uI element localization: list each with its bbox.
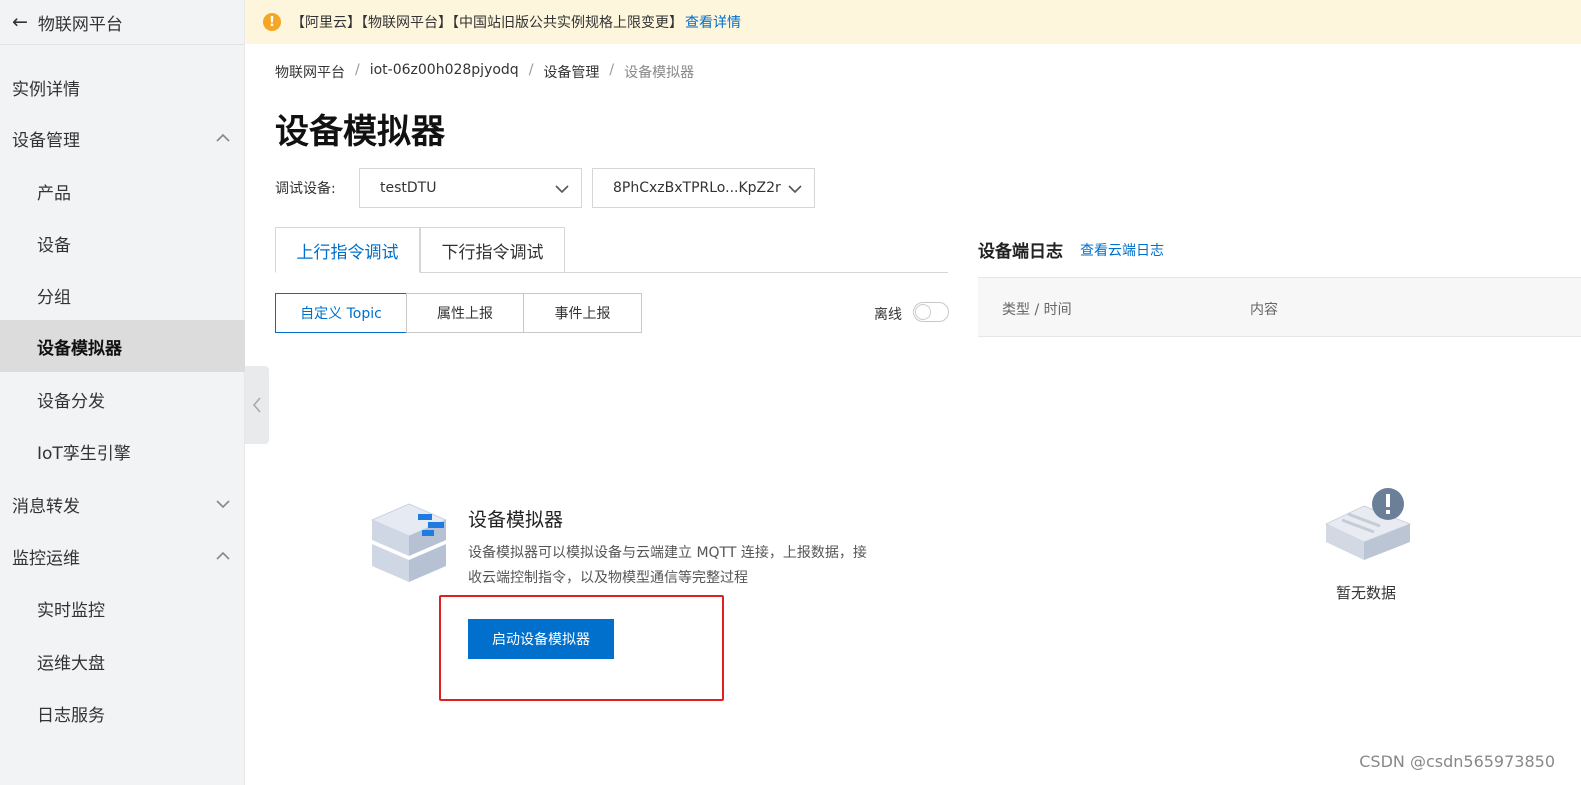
chevron-down-icon [216, 500, 230, 509]
breadcrumb: 物联网平台 / iot-06z00h028pjyodq / 设备管理 / 设备模… [275, 62, 694, 82]
breadcrumb-item[interactable]: 设备管理 [543, 62, 599, 82]
announcement-banner: ! 【阿里云】【物联网平台】【中国站旧版公共实例规格上限变更】 查看详情 [245, 0, 1581, 44]
sidebar-back-label: 物联网平台 [37, 14, 123, 35]
device-select-value: 8PhCxzBxTPRLo...KpZ2r [613, 180, 781, 196]
log-table-header: 类型 / 时间 内容 [978, 277, 1581, 337]
debug-device-label: 调试设备: [275, 181, 336, 197]
device-select[interactable]: 8PhCxzBxTPRLo...KpZ2r [592, 168, 815, 208]
sidebar-back[interactable]: ← 物联网平台 [0, 0, 244, 45]
sidebar-item-product[interactable]: 产品 [0, 165, 245, 217]
breadcrumb-item[interactable]: iot-06z00h028pjyodq [370, 62, 519, 82]
tab-downlink-debug[interactable]: 下行指令调试 [420, 227, 565, 273]
sidebar-item-ops-dashboard[interactable]: 运维大盘 [0, 635, 245, 687]
breadcrumb-item[interactable]: 物联网平台 [275, 62, 345, 82]
log-col-content: 内容 [1250, 302, 1278, 318]
tab-uplink-debug[interactable]: 上行指令调试 [275, 227, 420, 273]
sidebar-item-device-simulator[interactable]: 设备模拟器 [0, 320, 245, 372]
subtab-event-report[interactable]: 事件上报 [523, 293, 642, 333]
sidebar-collapse-button[interactable] [245, 366, 269, 444]
online-toggle[interactable] [913, 302, 949, 322]
sidebar-item-monitoring[interactable]: 监控运维 [0, 530, 245, 582]
device-log-title: 设备端日志 [978, 242, 1063, 262]
log-col-type-time: 类型 / 时间 [1002, 302, 1072, 318]
subtab-property-report[interactable]: 属性上报 [406, 293, 524, 333]
sidebar-item-realtime-monitor[interactable]: 实时监控 [0, 582, 245, 634]
sidebar-item-iot-twin[interactable]: IoT孪生引擎 [0, 425, 245, 477]
sidebar-item-message-forwarding[interactable]: 消息转发 [0, 478, 245, 530]
chevron-down-icon [555, 185, 569, 194]
chevron-left-icon [252, 397, 261, 413]
product-select[interactable]: testDTU [359, 168, 582, 208]
offline-status-label: 离线 [874, 307, 902, 323]
breadcrumb-separator: / [609, 62, 615, 78]
sidebar-item-device[interactable]: 设备 [0, 217, 245, 269]
simulator-description: 设备模拟器可以模拟设备与云端建立 MQTT 连接，上报数据，接收云端控制指令，以… [468, 545, 867, 586]
arrow-left-icon: ← [12, 11, 28, 33]
device-simulator-icon [370, 503, 448, 582]
banner-text: 【阿里云】【物联网平台】【中国站旧版公共实例规格上限变更】 [291, 15, 683, 31]
banner-detail-link[interactable]: 查看详情 [685, 12, 741, 32]
chevron-down-icon [788, 185, 802, 194]
page-title: 设备模拟器 [275, 112, 445, 152]
sidebar-item-group[interactable]: 分组 [0, 269, 245, 321]
sidebar-item-log-service[interactable]: 日志服务 [0, 687, 245, 739]
empty-data-text: 暂无数据 [1336, 584, 1397, 602]
annotation-highlight-box [439, 595, 724, 701]
breadcrumb-current: 设备模拟器 [624, 65, 695, 81]
sidebar-item-device-distribution[interactable]: 设备分发 [0, 373, 245, 425]
chevron-up-icon [216, 551, 230, 560]
sidebar-item-device-management[interactable]: 设备管理 [0, 112, 245, 164]
subtab-custom-topic[interactable]: 自定义 Topic [275, 293, 407, 333]
breadcrumb-separator: / [355, 62, 360, 78]
product-select-value: testDTU [380, 180, 437, 196]
breadcrumb-separator: / [528, 62, 534, 78]
toggle-knob [915, 304, 931, 320]
warning-icon: ! [263, 13, 281, 31]
chevron-up-icon [216, 133, 230, 142]
cloud-log-link[interactable]: 查看云端日志 [1080, 240, 1164, 260]
watermark: CSDN @csdn565973850 [1359, 752, 1555, 771]
empty-data-icon [1324, 488, 1412, 560]
simulator-title: 设备模拟器 [468, 509, 564, 531]
sidebar-item-instance-detail[interactable]: 实例详情 [0, 61, 245, 113]
sidebar: ← 物联网平台 实例详情 设备管理 产品 设备 分组 设备模拟器 设备分发 Io… [0, 0, 245, 785]
